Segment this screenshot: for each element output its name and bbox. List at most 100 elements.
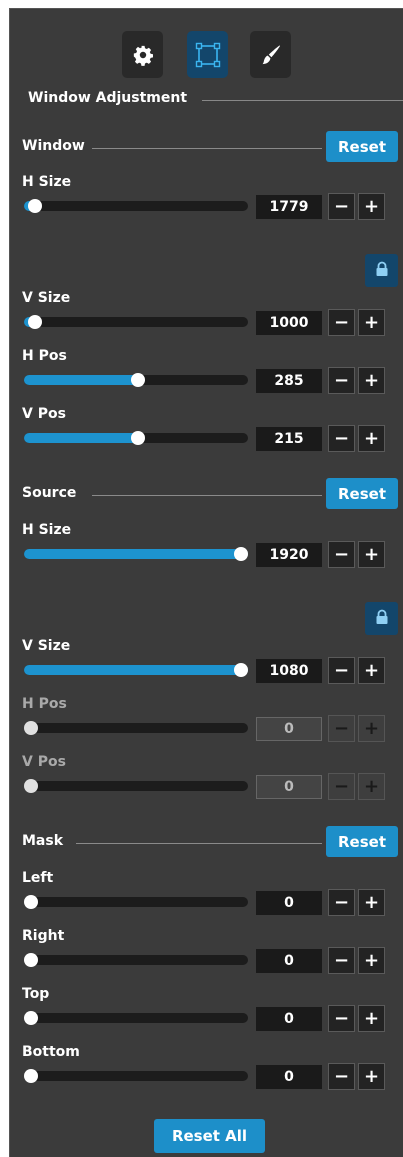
title-divider — [202, 100, 403, 101]
window-v-size-slider[interactable] — [24, 315, 248, 329]
settings-tab[interactable] — [122, 31, 163, 78]
window-v-pos-increment-button[interactable]: + — [358, 425, 385, 452]
window-v-size-label: V Size — [22, 290, 71, 306]
mask-right-value[interactable]: 0 — [256, 949, 322, 973]
slider-thumb[interactable] — [234, 547, 248, 561]
window-reset-button[interactable]: Reset — [326, 131, 398, 162]
mask-left-row: Left 0 − + — [10, 870, 403, 928]
source-h-pos-value[interactable]: 0 — [256, 717, 322, 741]
source-v-size-value[interactable]: 1080 — [256, 659, 322, 683]
window-v-pos-slider[interactable] — [24, 431, 248, 445]
window-v-size-value[interactable]: 1000 — [256, 311, 322, 335]
window-v-size-decrement-button[interactable]: − — [328, 309, 355, 336]
slider-thumb[interactable] — [234, 663, 248, 677]
source-v-pos-value[interactable]: 0 — [256, 775, 322, 799]
source-h-pos-slider[interactable] — [24, 721, 248, 735]
window-h-size-value[interactable]: 1779 — [256, 195, 322, 219]
window-v-pos-row: V Pos 215 − + — [10, 406, 403, 464]
mask-section-title: Mask — [22, 833, 64, 849]
mask-bottom-decrement-button[interactable]: − — [328, 1063, 355, 1090]
lock-icon — [375, 609, 389, 629]
slider-thumb[interactable] — [24, 721, 38, 735]
window-v-pos-decrement-button[interactable]: − — [328, 425, 355, 452]
gear-icon — [132, 44, 154, 66]
window-frame-icon — [195, 42, 221, 68]
window-h-pos-slider[interactable] — [24, 373, 248, 387]
source-h-pos-row: H Pos 0 − + — [10, 696, 403, 754]
window-section-title: Window — [22, 138, 85, 154]
source-v-pos-increment-button[interactable]: + — [358, 773, 385, 800]
mask-right-row: Right 0 − + — [10, 928, 403, 986]
source-h-size-slider[interactable] — [24, 547, 248, 561]
mask-left-label: Left — [22, 870, 54, 886]
page-title: Window Adjustment — [28, 90, 188, 106]
slider-thumb[interactable] — [24, 1069, 38, 1083]
source-h-size-increment-button[interactable]: + — [358, 541, 385, 568]
source-section-title: Source — [22, 485, 77, 501]
mask-reset-button[interactable]: Reset — [326, 826, 398, 857]
mask-bottom-slider[interactable] — [24, 1069, 248, 1083]
source-v-pos-label: V Pos — [22, 754, 66, 770]
window-h-size-increment-button[interactable]: + — [358, 193, 385, 220]
source-h-pos-label: H Pos — [22, 696, 67, 712]
window-h-pos-row: H Pos 285 − + — [10, 348, 403, 406]
source-v-pos-slider[interactable] — [24, 779, 248, 793]
mask-right-decrement-button[interactable]: − — [328, 947, 355, 974]
window-v-size-increment-button[interactable]: + — [358, 309, 385, 336]
mask-bottom-increment-button[interactable]: + — [358, 1063, 385, 1090]
mask-left-increment-button[interactable]: + — [358, 889, 385, 916]
window-h-pos-label: H Pos — [22, 348, 67, 364]
window-h-size-decrement-button[interactable]: − — [328, 193, 355, 220]
mask-top-decrement-button[interactable]: − — [328, 1005, 355, 1032]
window-adjustment-panel: Window Adjustment Window Reset H Size 17… — [9, 8, 403, 1157]
mask-section-divider — [76, 843, 322, 844]
source-h-size-label: H Size — [22, 522, 72, 538]
slider-thumb[interactable] — [24, 779, 38, 793]
window-h-pos-value[interactable]: 285 — [256, 369, 322, 393]
lock-icon — [375, 261, 389, 281]
source-h-pos-decrement-button[interactable]: − — [328, 715, 355, 742]
source-v-pos-decrement-button[interactable]: − — [328, 773, 355, 800]
slider-thumb[interactable] — [24, 953, 38, 967]
color-tab[interactable] — [250, 31, 291, 78]
source-v-size-row: V Size 1080 − + — [10, 638, 403, 696]
window-h-size-slider[interactable] — [24, 199, 248, 213]
window-v-size-row: V Size 1000 − + — [10, 290, 403, 348]
mask-right-label: Right — [22, 928, 65, 944]
mask-left-decrement-button[interactable]: − — [328, 889, 355, 916]
window-section-divider — [92, 148, 322, 149]
slider-thumb[interactable] — [24, 895, 38, 909]
reset-all-button[interactable]: Reset All — [154, 1119, 265, 1153]
mask-top-value[interactable]: 0 — [256, 1007, 322, 1031]
window-aspect-lock-button[interactable] — [365, 254, 398, 287]
window-h-pos-increment-button[interactable]: + — [358, 367, 385, 394]
source-v-size-decrement-button[interactable]: − — [328, 657, 355, 684]
source-reset-button[interactable]: Reset — [326, 478, 398, 509]
source-v-pos-row: V Pos 0 − + — [10, 754, 403, 812]
source-h-size-value[interactable]: 1920 — [256, 543, 322, 567]
window-adjustment-tab[interactable] — [187, 31, 228, 78]
window-v-pos-value[interactable]: 215 — [256, 427, 322, 451]
mask-left-value[interactable]: 0 — [256, 891, 322, 915]
mask-top-slider[interactable] — [24, 1011, 248, 1025]
source-aspect-lock-button[interactable] — [365, 602, 398, 635]
window-h-size-row: H Size 1779 − + — [10, 174, 403, 232]
source-h-size-row: H Size 1920 − + — [10, 522, 403, 580]
mask-left-slider[interactable] — [24, 895, 248, 909]
mask-top-increment-button[interactable]: + — [358, 1005, 385, 1032]
mask-right-increment-button[interactable]: + — [358, 947, 385, 974]
source-h-pos-increment-button[interactable]: + — [358, 715, 385, 742]
source-v-size-increment-button[interactable]: + — [358, 657, 385, 684]
mask-bottom-value[interactable]: 0 — [256, 1065, 322, 1089]
slider-thumb[interactable] — [24, 1011, 38, 1025]
window-h-size-label: H Size — [22, 174, 72, 190]
window-h-pos-decrement-button[interactable]: − — [328, 367, 355, 394]
mask-top-label: Top — [22, 986, 50, 1002]
mask-bottom-row: Bottom 0 − + — [10, 1044, 403, 1102]
source-h-size-decrement-button[interactable]: − — [328, 541, 355, 568]
source-v-size-label: V Size — [22, 638, 71, 654]
window-v-pos-label: V Pos — [22, 406, 66, 422]
mask-right-slider[interactable] — [24, 953, 248, 967]
mask-top-row: Top 0 − + — [10, 986, 403, 1044]
source-v-size-slider[interactable] — [24, 663, 248, 677]
